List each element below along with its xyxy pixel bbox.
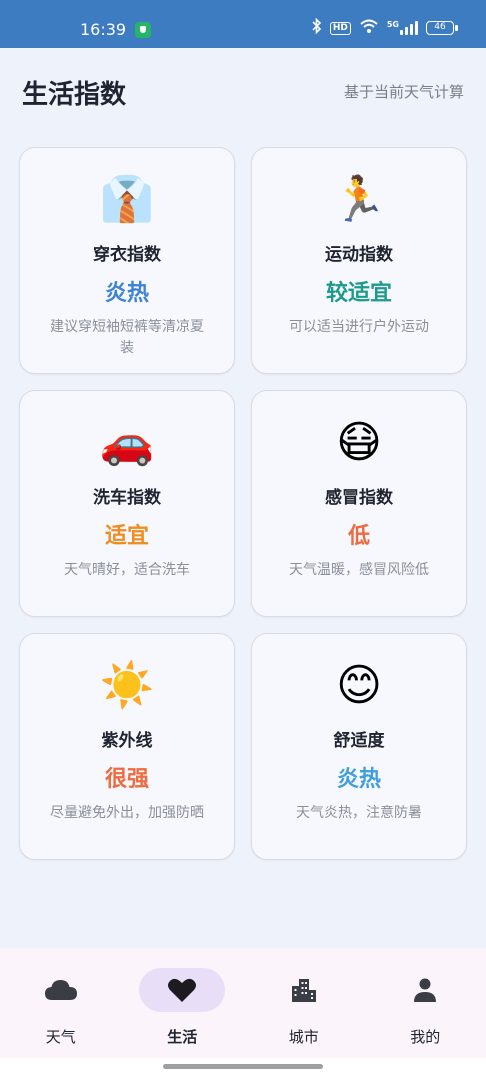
- home-indicator[interactable]: [163, 1064, 323, 1069]
- index-card-carwash[interactable]: 🚗 洗车指数 适宜 天气晴好，适合洗车: [19, 390, 235, 617]
- index-name: 舒适度: [333, 731, 385, 751]
- status-bar: 16:39 HD 5G 46: [0, 0, 486, 48]
- car-icon: 🚗: [99, 417, 155, 468]
- nav-item-weather[interactable]: 天气: [0, 948, 122, 1058]
- page-subtitle: 基于当前天气计算: [343, 83, 464, 101]
- index-description: 可以适当进行户外运动: [289, 319, 429, 335]
- page-title: 生活指数: [22, 80, 127, 110]
- nav-pill: [382, 968, 468, 1012]
- smile-face-icon: 😊: [336, 660, 382, 711]
- nav-label: 生活: [167, 1028, 198, 1046]
- signal-icon: 5G: [387, 21, 418, 35]
- index-card-sport[interactable]: 🏃 运动指数 较适宜 可以适当进行户外运动: [251, 147, 467, 374]
- index-name: 穿衣指数: [93, 245, 161, 265]
- nav-pill-active: [139, 968, 226, 1012]
- nav-label: 我的: [410, 1028, 441, 1046]
- index-name: 洗车指数: [93, 488, 161, 508]
- index-level: 炎热: [336, 767, 381, 792]
- shirt-tie-icon: 👔: [99, 174, 155, 225]
- network-type: 5G: [386, 20, 399, 29]
- status-right-group: HD 5G 46: [312, 17, 458, 38]
- cloud-icon: [44, 980, 77, 1000]
- index-name: 紫外线: [101, 731, 153, 751]
- index-description: 尽量避免外出，加强防晒: [50, 805, 204, 821]
- index-card-clothing[interactable]: 👔 穿衣指数 炎热 建议穿短袖短裤等清凉夏装: [19, 147, 235, 374]
- life-index-grid: 👔 穿衣指数 炎热 建议穿短袖短裤等清凉夏装 🏃 运动指数 较适宜 可以适当进行…: [19, 147, 467, 860]
- nav-label: 城市: [288, 1028, 319, 1046]
- index-description: 建议穿短袖短裤等清凉夏装: [50, 319, 204, 356]
- heart-icon: [168, 978, 197, 1002]
- index-level: 较适宜: [325, 281, 392, 306]
- wifi-icon: [359, 18, 379, 38]
- nav-item-city[interactable]: 城市: [243, 948, 365, 1058]
- shield-icon: [135, 22, 151, 38]
- index-level: 低: [347, 524, 370, 549]
- bottom-navigation: 天气 生活 城市 我的: [0, 948, 486, 1058]
- sun-icon: ☀️: [99, 660, 155, 711]
- index-description: 天气晴好，适合洗车: [64, 562, 190, 578]
- index-card-comfort[interactable]: 😊 舒适度 炎热 天气炎热，注意防暑: [251, 633, 467, 860]
- index-description: 天气炎热，注意防暑: [296, 805, 422, 821]
- hd-badge: HD: [329, 21, 351, 35]
- index-card-uv[interactable]: ☀️ 紫外线 很强 尽量避免外出，加强防晒: [19, 633, 235, 860]
- mask-face-icon: 😷: [336, 417, 382, 468]
- nav-pill: [18, 968, 104, 1012]
- nav-item-life[interactable]: 生活: [122, 948, 244, 1058]
- city-icon: [291, 979, 316, 1002]
- index-card-cold[interactable]: 😷 感冒指数 低 天气温暖，感冒风险低: [251, 390, 467, 617]
- runner-icon: 🏃: [331, 174, 387, 225]
- person-icon: [414, 978, 437, 1002]
- nav-item-profile[interactable]: 我的: [365, 948, 486, 1058]
- index-description: 天气温暖，感冒风险低: [289, 562, 429, 578]
- status-time: 16:39: [80, 20, 127, 39]
- index-name: 运动指数: [325, 245, 393, 265]
- signal-bars: [400, 21, 418, 35]
- bluetooth-icon: [312, 17, 322, 38]
- page-header: 生活指数 基于当前天气计算: [0, 48, 486, 138]
- nav-pill: [261, 968, 347, 1012]
- gesture-area: [0, 1058, 486, 1080]
- nav-label: 天气: [45, 1028, 76, 1046]
- battery-level: 46: [434, 22, 446, 32]
- index-level: 炎热: [104, 281, 149, 306]
- index-level: 很强: [104, 767, 149, 792]
- index-name: 感冒指数: [325, 488, 393, 508]
- index-level: 适宜: [104, 524, 149, 549]
- battery-icon: 46: [426, 21, 458, 35]
